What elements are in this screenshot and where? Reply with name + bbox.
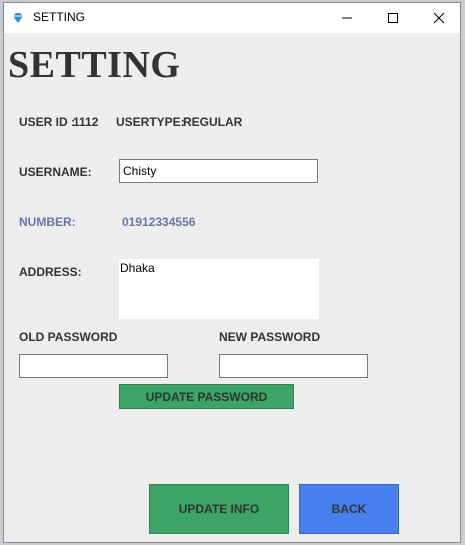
title-bar[interactable]: SETTING [4, 3, 460, 33]
user-type-label: USERTYPE: [116, 115, 185, 129]
address-label: ADDRESS: [19, 265, 82, 279]
number-value: 01912334556 [122, 215, 196, 229]
maximize-icon [388, 13, 398, 23]
new-password-label: NEW PASSWORD [219, 330, 321, 344]
close-button[interactable] [416, 3, 460, 33]
user-type-value: REGULAR [183, 115, 243, 129]
user-id-value: 1112 [73, 115, 99, 129]
close-icon [433, 12, 445, 24]
minimize-button[interactable] [324, 3, 370, 33]
maximize-button[interactable] [370, 3, 416, 33]
update-info-button[interactable]: UPDATE INFO [149, 484, 289, 534]
address-textarea[interactable]: Dhaka [119, 259, 319, 319]
username-label: USERNAME: [19, 165, 92, 179]
minimize-icon [342, 17, 352, 19]
diamond-app-icon [11, 11, 25, 25]
old-password-label: OLD PASSWORD [19, 330, 118, 344]
settings-window: SETTING SETTING USER ID : 1112 USERTYPE:… [3, 2, 461, 543]
new-password-input[interactable] [219, 354, 368, 378]
user-id-label: USER ID : [19, 115, 76, 129]
update-password-button[interactable]: UPDATE PASSWORD [119, 384, 294, 409]
page-heading: SETTING [8, 44, 181, 86]
old-password-input[interactable] [19, 354, 168, 378]
number-label: NUMBER: [19, 215, 76, 229]
username-input[interactable] [119, 159, 318, 183]
window-title: SETTING [33, 10, 86, 24]
back-button[interactable]: BACK [299, 484, 399, 534]
